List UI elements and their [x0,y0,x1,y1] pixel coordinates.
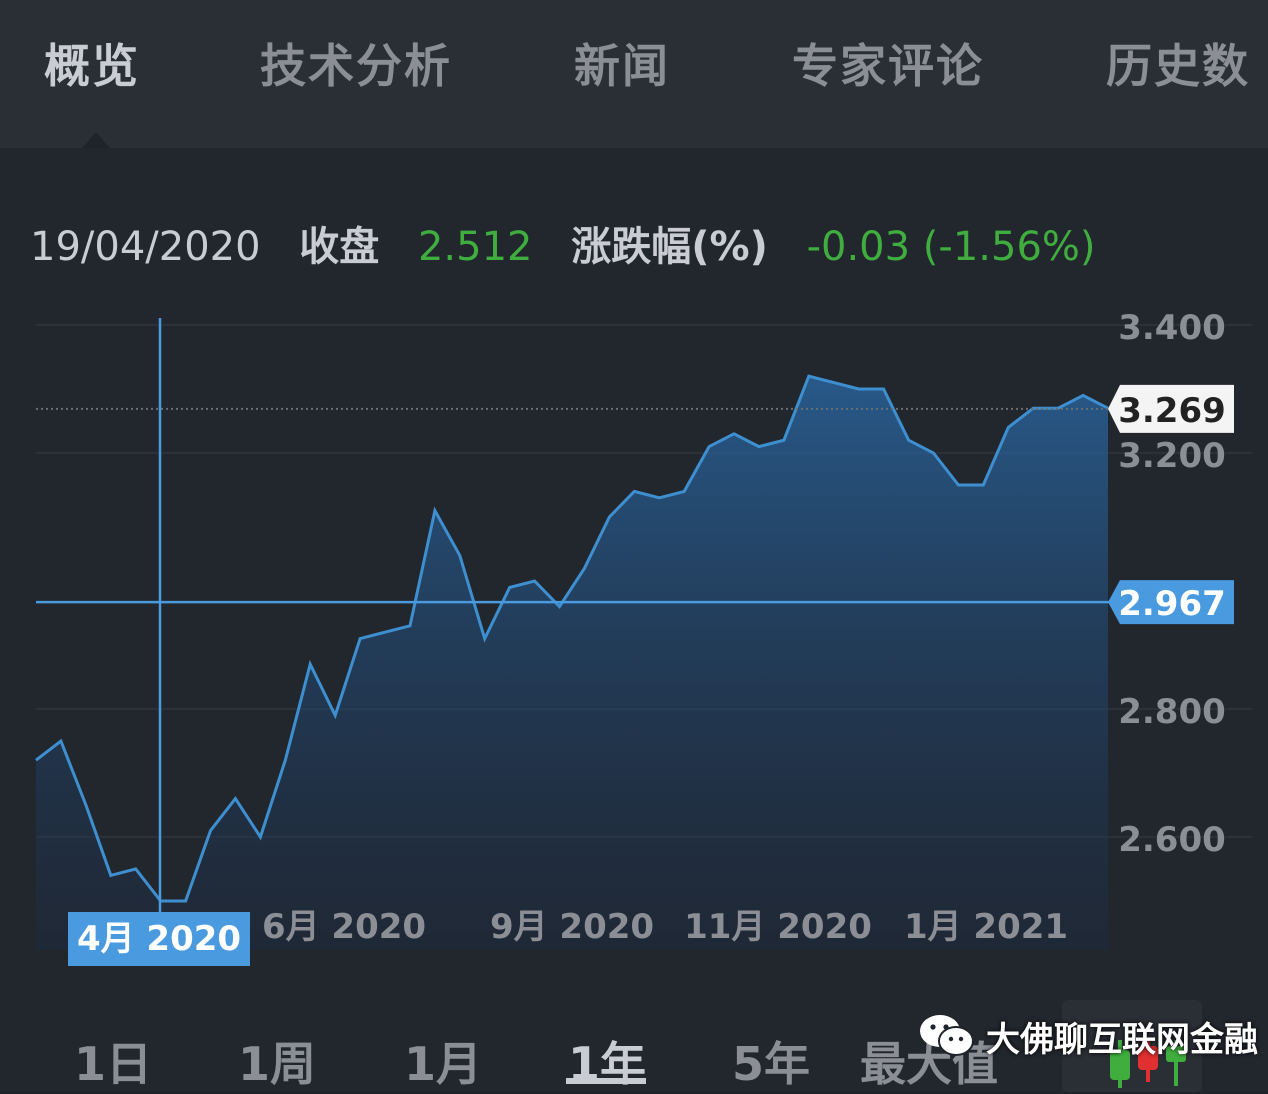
active-tab-indicator [82,132,110,148]
range-5y-button[interactable]: 5年 [732,1028,810,1094]
y-tick-label: 3.400 [1118,308,1226,348]
tab-historical-data[interactable]: 历史数 [1106,30,1250,96]
tab-news[interactable]: 新闻 [574,30,670,96]
crosshair-y-value: 2.967 [1118,584,1226,624]
range-1y-button[interactable]: 1年 [568,1028,646,1094]
tab-overview[interactable]: 概览 [44,30,140,96]
price-chart[interactable]: 3.400 3.200 2.800 2.600 6月 2020 9月 2020 11月 20… [0,290,1268,980]
range-1m-button[interactable]: 1月 [404,1028,482,1094]
tab-expert-comments[interactable]: 专家评论 [792,30,984,96]
watermark: 大佛聊互联网金融 [918,1008,1258,1064]
change-label: 涨跌幅(%) [571,224,768,270]
y-tick-label: 2.600 [1118,820,1226,860]
x-tick-label: 9月 2020 [490,907,654,947]
close-label: 收盘 [299,224,380,270]
active-range-indicator [566,1078,646,1084]
y-tick-label: 2.800 [1118,692,1226,732]
x-tick-label: 6月 2020 [262,907,426,947]
price-info-line: 19/04/2020 收盘 2.512 涨跌幅(%) -0.03 (-1.56%… [30,214,1122,272]
info-date: 19/04/2020 [30,224,261,270]
y-tick-label: 3.200 [1118,436,1226,476]
range-1d-button[interactable]: 1日 [74,1028,152,1094]
close-value: 2.512 [417,224,533,270]
tab-technical-analysis[interactable]: 技术分析 [260,30,452,96]
change-value: -0.03 (-1.56%) [806,224,1096,270]
last-price-value: 3.269 [1118,391,1226,431]
range-1w-button[interactable]: 1周 [238,1028,316,1094]
price-area-fill [36,376,1108,950]
x-tick-label: 1月 2021 [904,907,1068,947]
tab-bar: 概览 技术分析 新闻 专家评论 历史数 [0,0,1268,148]
crosshair-x-value: 4月 2020 [77,919,241,959]
x-tick-label: 11月 2020 [684,907,872,947]
wechat-icon [920,1015,974,1056]
watermark-text: 大佛聊互联网金融 [986,1019,1258,1060]
